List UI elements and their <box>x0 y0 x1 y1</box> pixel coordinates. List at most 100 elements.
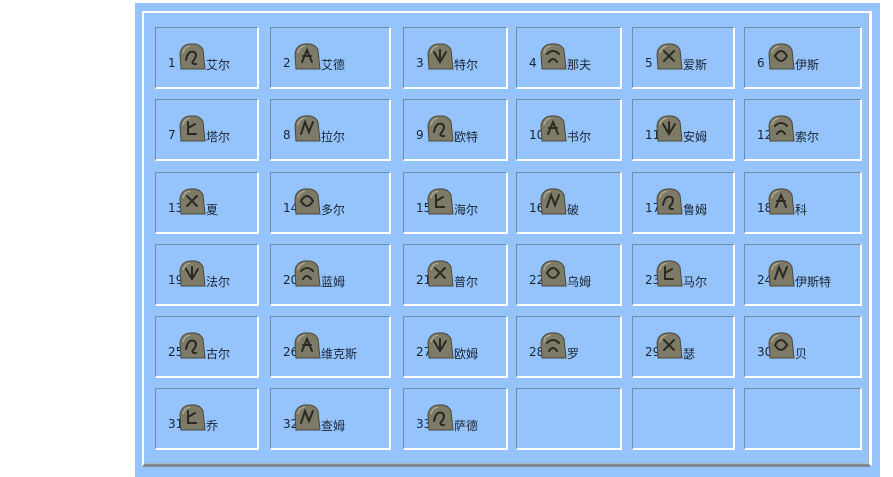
rune-name: 艾尔 <box>206 58 231 72</box>
rune-number: 5 <box>645 56 653 70</box>
rune-name: 蓝姆 <box>321 275 346 289</box>
rune-stone-icon <box>294 404 321 431</box>
rune-slot[interactable]: 18 科 <box>744 172 862 234</box>
rune-name: 普尔 <box>454 275 479 289</box>
rune-slot[interactable]: 11 安姆 <box>632 99 735 161</box>
rune-slot[interactable]: 4 那夫 <box>516 27 622 89</box>
rune-slot[interactable]: 33 萨德 <box>403 388 508 450</box>
rune-name: 艾德 <box>321 58 346 72</box>
rune-name: 多尔 <box>321 203 346 217</box>
rune-stone-icon <box>768 43 795 70</box>
rune-slot[interactable]: 20 蓝姆 <box>270 244 391 306</box>
rune-grid: 1 艾尔 2 艾德 3 特尔 4 那夫 5 爱斯 6 伊斯 7 塔尔 8 拉尔 9 欧特 10 书尔 11 安姆 12 索尔 1… <box>155 27 865 457</box>
rune-name: 索尔 <box>795 130 820 144</box>
rune-stone-icon <box>179 188 206 215</box>
rune-name: 爱斯 <box>683 58 708 72</box>
empty-rune-slot[interactable] <box>516 388 622 450</box>
rune-slot[interactable]: 3 特尔 <box>403 27 508 89</box>
rune-slot[interactable]: 16 破 <box>516 172 622 234</box>
rune-name: 查姆 <box>321 419 346 433</box>
rune-slot[interactable]: 2 艾德 <box>270 27 391 89</box>
rune-name: 贝 <box>795 347 808 361</box>
rune-stone-icon <box>768 188 795 215</box>
rune-panel-frame: 1 艾尔 2 艾德 3 特尔 4 那夫 5 爱斯 6 伊斯 7 塔尔 8 拉尔 9 欧特 10 书尔 11 安姆 12 索尔 1… <box>142 11 872 467</box>
rune-slot[interactable]: 28 罗 <box>516 316 622 378</box>
rune-name: 瑟 <box>683 347 696 361</box>
rune-stone-icon <box>656 260 683 287</box>
rune-slot[interactable]: 30 贝 <box>744 316 862 378</box>
rune-name: 夏 <box>206 203 219 217</box>
rune-name: 马尔 <box>683 275 708 289</box>
rune-slot[interactable]: 31 乔 <box>155 388 259 450</box>
rune-slot[interactable]: 26 维克斯 <box>270 316 391 378</box>
rune-slot[interactable]: 6 伊斯 <box>744 27 862 89</box>
rune-stone-icon <box>427 260 454 287</box>
rune-stone-icon <box>294 188 321 215</box>
rune-stone-icon <box>294 260 321 287</box>
rune-slot[interactable]: 10 书尔 <box>516 99 622 161</box>
rune-slot[interactable]: 23 马尔 <box>632 244 735 306</box>
rune-stone-icon <box>427 404 454 431</box>
rune-number: 7 <box>168 128 176 142</box>
rune-slot[interactable]: 19 法尔 <box>155 244 259 306</box>
rune-name: 安姆 <box>683 130 708 144</box>
rune-name: 乌姆 <box>567 275 592 289</box>
rune-name: 塔尔 <box>206 130 231 144</box>
rune-stone-icon <box>294 115 321 142</box>
rune-slot[interactable]: 17 鲁姆 <box>632 172 735 234</box>
rune-stone-icon <box>179 260 206 287</box>
rune-name: 鲁姆 <box>683 203 708 217</box>
rune-stone-icon <box>768 332 795 359</box>
rune-stone-icon <box>768 115 795 142</box>
rune-slot[interactable]: 8 拉尔 <box>270 99 391 161</box>
rune-slot[interactable]: 24 伊斯特 <box>744 244 862 306</box>
empty-rune-slot[interactable] <box>632 388 735 450</box>
rune-name: 维克斯 <box>321 347 358 361</box>
rune-slot[interactable]: 12 索尔 <box>744 99 862 161</box>
rune-name: 海尔 <box>454 203 479 217</box>
rune-number: 9 <box>416 128 424 142</box>
rune-name: 拉尔 <box>321 130 346 144</box>
rune-stone-icon <box>179 115 206 142</box>
rune-stone-icon <box>179 332 206 359</box>
rune-slot[interactable]: 7 塔尔 <box>155 99 259 161</box>
rune-panel: 1 艾尔 2 艾德 3 特尔 4 那夫 5 爱斯 6 伊斯 7 塔尔 8 拉尔 9 欧特 10 书尔 11 安姆 12 索尔 1… <box>135 3 880 477</box>
rune-slot[interactable]: 14 多尔 <box>270 172 391 234</box>
rune-slot[interactable]: 29 瑟 <box>632 316 735 378</box>
rune-slot[interactable]: 21 普尔 <box>403 244 508 306</box>
rune-slot[interactable]: 1 艾尔 <box>155 27 259 89</box>
rune-slot[interactable]: 15 海尔 <box>403 172 508 234</box>
rune-name: 科 <box>795 203 808 217</box>
rune-stone-icon <box>656 332 683 359</box>
rune-stone-icon <box>656 43 683 70</box>
rune-number: 4 <box>529 56 537 70</box>
rune-name: 法尔 <box>206 275 231 289</box>
rune-name: 欧特 <box>454 130 479 144</box>
rune-stone-icon <box>656 188 683 215</box>
rune-stone-icon <box>427 332 454 359</box>
rune-stone-icon <box>294 332 321 359</box>
rune-stone-icon <box>427 188 454 215</box>
rune-slot[interactable]: 27 欧姆 <box>403 316 508 378</box>
rune-slot[interactable]: 9 欧特 <box>403 99 508 161</box>
rune-name: 那夫 <box>567 58 592 72</box>
rune-slot[interactable]: 32 查姆 <box>270 388 391 450</box>
rune-slot[interactable]: 13 夏 <box>155 172 259 234</box>
rune-number: 1 <box>168 56 176 70</box>
rune-name: 书尔 <box>567 130 592 144</box>
empty-rune-slot[interactable] <box>744 388 862 450</box>
rune-name: 萨德 <box>454 419 479 433</box>
rune-name: 伊斯 <box>795 58 820 72</box>
rune-name: 古尔 <box>206 347 231 361</box>
rune-slot[interactable]: 22 乌姆 <box>516 244 622 306</box>
rune-slot[interactable]: 5 爱斯 <box>632 27 735 89</box>
rune-name: 欧姆 <box>454 347 479 361</box>
rune-name: 乔 <box>206 419 219 433</box>
rune-stone-icon <box>540 188 567 215</box>
rune-number: 8 <box>283 128 291 142</box>
rune-stone-icon <box>179 43 206 70</box>
rune-stone-icon <box>179 404 206 431</box>
rune-stone-icon <box>294 43 321 70</box>
rune-number: 3 <box>416 56 424 70</box>
rune-slot[interactable]: 25 古尔 <box>155 316 259 378</box>
